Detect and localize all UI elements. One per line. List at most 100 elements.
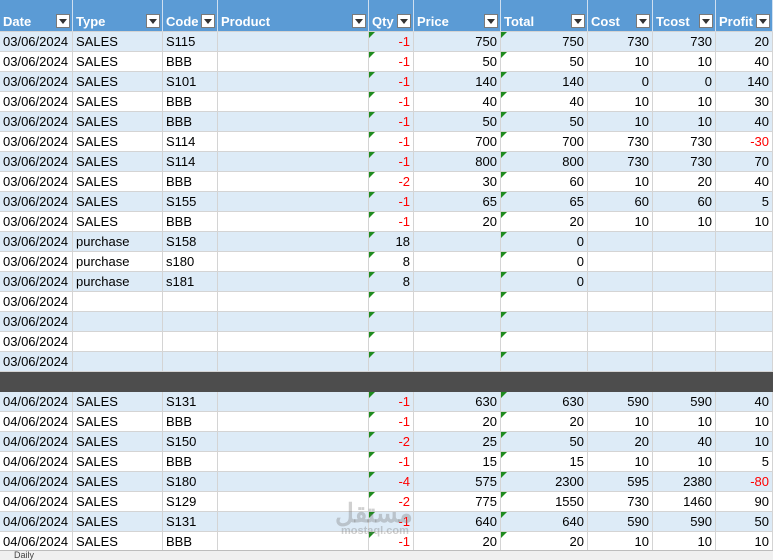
cell-product[interactable] (218, 532, 369, 552)
cell-type[interactable]: SALES (73, 492, 163, 512)
cell-profit[interactable]: 40 (716, 172, 773, 192)
cell-date[interactable]: 04/06/2024 (0, 472, 73, 492)
column-header-type[interactable]: Type (73, 0, 163, 32)
cell-price[interactable]: 20 (414, 412, 501, 432)
cell-qty[interactable]: -1 (369, 112, 414, 132)
cell-date[interactable]: 03/06/2024 (0, 352, 73, 372)
cell-price[interactable]: 40 (414, 92, 501, 112)
cell-cost[interactable]: 20 (588, 432, 653, 452)
cell-code[interactable]: BBB (163, 112, 218, 132)
cell-total[interactable] (501, 332, 588, 352)
cell-cost[interactable]: 0 (588, 72, 653, 92)
cell-product[interactable] (218, 392, 369, 412)
cell-total[interactable] (501, 312, 588, 332)
cell-product[interactable] (218, 172, 369, 192)
cell-product[interactable] (218, 132, 369, 152)
cell-code[interactable]: S131 (163, 392, 218, 412)
cell-tcost[interactable]: 10 (653, 452, 716, 472)
cell-tcost[interactable]: 0 (653, 72, 716, 92)
column-header-profit[interactable]: Profit (716, 0, 773, 32)
cell-price[interactable]: 700 (414, 132, 501, 152)
cell-price[interactable]: 50 (414, 52, 501, 72)
cell-qty[interactable] (369, 292, 414, 312)
cell-date[interactable]: 03/06/2024 (0, 172, 73, 192)
cell-qty[interactable]: -1 (369, 452, 414, 472)
cell-type[interactable]: SALES (73, 172, 163, 192)
cell-total[interactable]: 60 (501, 172, 588, 192)
column-header-qty[interactable]: Qty (369, 0, 414, 32)
cell-code[interactable]: S180 (163, 472, 218, 492)
cell-type[interactable]: SALES (73, 112, 163, 132)
cell-product[interactable] (218, 472, 369, 492)
cell-product[interactable] (218, 292, 369, 312)
cell-date[interactable]: 03/06/2024 (0, 132, 73, 152)
filter-dropdown-icon[interactable] (699, 14, 713, 28)
cell-type[interactable]: SALES (73, 452, 163, 472)
cell-qty[interactable] (369, 312, 414, 332)
cell-price[interactable]: 65 (414, 192, 501, 212)
cell-cost[interactable] (588, 252, 653, 272)
cell-profit[interactable] (716, 352, 773, 372)
cell-price[interactable] (414, 272, 501, 292)
cell-qty[interactable]: 18 (369, 232, 414, 252)
cell-date[interactable]: 03/06/2024 (0, 292, 73, 312)
cell-product[interactable] (218, 192, 369, 212)
cell-code[interactable] (163, 332, 218, 352)
cell-type[interactable]: SALES (73, 532, 163, 552)
cell-date[interactable]: 03/06/2024 (0, 252, 73, 272)
cell-type[interactable]: purchase (73, 252, 163, 272)
cell-tcost[interactable]: 10 (653, 212, 716, 232)
cell-total[interactable]: 65 (501, 192, 588, 212)
cell-code[interactable] (163, 352, 218, 372)
cell-total[interactable] (501, 292, 588, 312)
cell-profit[interactable] (716, 332, 773, 352)
cell-profit[interactable]: 5 (716, 452, 773, 472)
cell-type[interactable] (73, 352, 163, 372)
cell-tcost[interactable]: 10 (653, 52, 716, 72)
cell-cost[interactable]: 10 (588, 52, 653, 72)
cell-price[interactable]: 25 (414, 432, 501, 452)
cell-code[interactable]: S150 (163, 432, 218, 452)
cell-type[interactable]: SALES (73, 392, 163, 412)
cell-qty[interactable]: 8 (369, 252, 414, 272)
cell-cost[interactable]: 730 (588, 132, 653, 152)
cell-product[interactable] (218, 412, 369, 432)
filter-dropdown-icon[interactable] (146, 14, 160, 28)
cell-price[interactable]: 20 (414, 532, 501, 552)
cell-type[interactable]: SALES (73, 432, 163, 452)
cell-type[interactable] (73, 312, 163, 332)
cell-product[interactable] (218, 212, 369, 232)
cell-product[interactable] (218, 452, 369, 472)
filter-dropdown-icon[interactable] (756, 14, 770, 28)
cell-tcost[interactable]: 590 (653, 512, 716, 532)
column-header-code[interactable]: Code (163, 0, 218, 32)
cell-code[interactable]: BBB (163, 92, 218, 112)
cell-date[interactable]: 03/06/2024 (0, 212, 73, 232)
cell-total[interactable]: 20 (501, 532, 588, 552)
cell-qty[interactable]: -1 (369, 132, 414, 152)
cell-qty[interactable]: -1 (369, 412, 414, 432)
cell-date[interactable]: 04/06/2024 (0, 532, 73, 552)
cell-total[interactable]: 750 (501, 32, 588, 52)
cell-product[interactable] (218, 52, 369, 72)
cell-total[interactable]: 700 (501, 132, 588, 152)
cell-price[interactable]: 775 (414, 492, 501, 512)
cell-tcost[interactable]: 10 (653, 532, 716, 552)
cell-date[interactable]: 03/06/2024 (0, 32, 73, 52)
cell-type[interactable]: SALES (73, 32, 163, 52)
cell-type[interactable]: SALES (73, 212, 163, 232)
cell-total[interactable]: 0 (501, 232, 588, 252)
cell-date[interactable]: 04/06/2024 (0, 432, 73, 452)
cell-profit[interactable]: -30 (716, 132, 773, 152)
cell-tcost[interactable] (653, 312, 716, 332)
column-header-total[interactable]: Total (501, 0, 588, 32)
cell-qty[interactable]: 8 (369, 272, 414, 292)
cell-tcost[interactable]: 590 (653, 392, 716, 412)
cell-type[interactable]: SALES (73, 192, 163, 212)
cell-type[interactable]: SALES (73, 52, 163, 72)
cell-price[interactable]: 750 (414, 32, 501, 52)
cell-total[interactable]: 50 (501, 52, 588, 72)
cell-total[interactable]: 800 (501, 152, 588, 172)
cell-price[interactable]: 20 (414, 212, 501, 232)
cell-qty[interactable]: -1 (369, 72, 414, 92)
